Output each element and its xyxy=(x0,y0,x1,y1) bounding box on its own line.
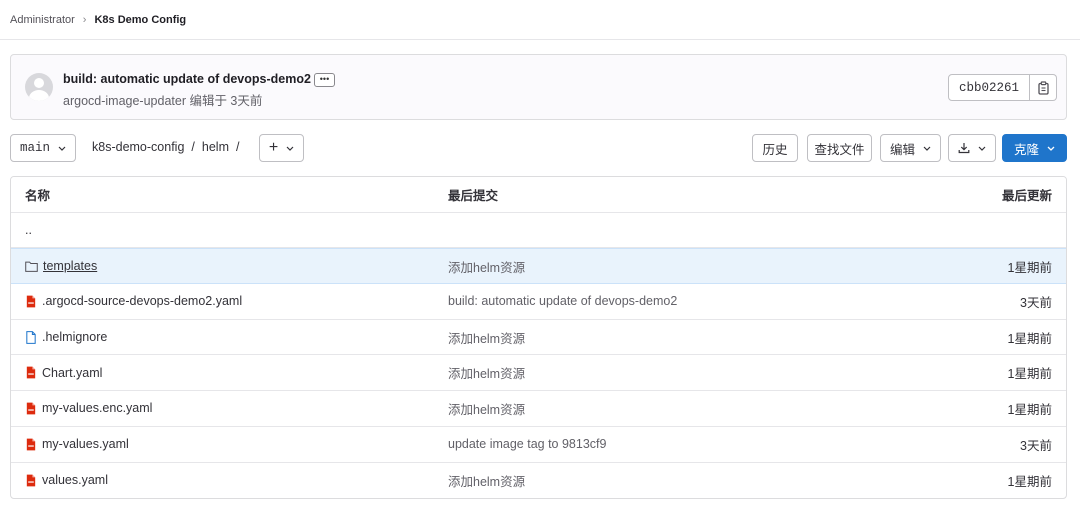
last-update-time: 3天前 xyxy=(1020,438,1052,453)
commit-meta: argocd-image-updater 编辑于 3天前 xyxy=(63,94,263,108)
history-button[interactable]: 历史 xyxy=(752,134,798,162)
yaml-file-icon xyxy=(26,366,36,379)
commit-message-link[interactable]: 添加helm资源 xyxy=(448,463,525,499)
last-update-time: 1星期前 xyxy=(1007,367,1052,382)
yaml-file-icon xyxy=(26,402,36,415)
chevron-down-icon xyxy=(286,146,294,151)
file-tree-table: 名称 最后提交 最后更新 .. templates 添加helm资源 1星期前 … xyxy=(10,176,1067,499)
breadcrumb-separator: › xyxy=(82,13,87,26)
file-name-link[interactable]: templates xyxy=(43,259,97,273)
copy-sha-button[interactable] xyxy=(1030,74,1058,101)
path-helm-link[interactable]: helm xyxy=(202,140,229,154)
chevron-down-icon xyxy=(1047,146,1055,151)
commit-sha-group: cbb02261 xyxy=(948,74,1058,101)
last-update-time: 3天前 xyxy=(1020,295,1052,310)
last-update-time: 1星期前 xyxy=(1007,260,1052,275)
folder-icon xyxy=(25,261,38,272)
edit-button[interactable]: 编辑 xyxy=(880,134,941,162)
last-commit-panel: build: automatic update of devops-demo2 … xyxy=(10,54,1067,120)
yaml-file-icon xyxy=(26,438,36,451)
repository-toolbar: main k8s-demo-config / helm / + 历史 查找文件 编辑 … xyxy=(10,134,1067,162)
expand-commit-button[interactable]: ••• xyxy=(314,73,335,87)
breadcrumb: Administrator › K8s Demo Config xyxy=(0,0,1080,40)
path-breadcrumb: k8s-demo-config / helm / xyxy=(92,140,246,154)
file-name-link[interactable]: my-values.yaml xyxy=(42,437,129,451)
commit-sha[interactable]: cbb02261 xyxy=(948,74,1031,101)
clone-button[interactable]: 克隆 xyxy=(1002,134,1067,162)
commit-message-link[interactable]: update image tag to 9813cf9 xyxy=(448,427,606,462)
header-last-commit: 最后提交 xyxy=(448,188,499,203)
plus-icon: + xyxy=(268,139,279,156)
path-separator: / xyxy=(235,140,240,154)
file-name-link[interactable]: .helmignore xyxy=(42,330,107,344)
commit-message-link[interactable]: 添加helm资源 xyxy=(448,391,525,426)
table-row[interactable]: Chart.yaml 添加helm资源 1星期前 xyxy=(11,355,1066,392)
last-update-time: 1星期前 xyxy=(1007,474,1052,489)
last-update-time: 1星期前 xyxy=(1007,402,1052,417)
file-name-link[interactable]: .argocd-source-devops-demo2.yaml xyxy=(42,294,242,308)
table-row[interactable]: .helmignore 添加helm资源 1星期前 xyxy=(11,320,1066,356)
copy-icon xyxy=(1037,80,1049,95)
commit-title-link[interactable]: build: automatic update of devops-demo2 xyxy=(63,72,311,86)
yaml-file-icon xyxy=(26,295,36,308)
file-icon xyxy=(26,330,36,344)
breadcrumb-current-link[interactable]: K8s Demo Config xyxy=(94,14,186,26)
parent-directory-link[interactable]: .. xyxy=(25,213,32,248)
parent-directory-row[interactable]: .. xyxy=(11,213,1066,249)
file-name-link[interactable]: values.yaml xyxy=(42,473,108,487)
header-last-update: 最后更新 xyxy=(1001,188,1052,203)
commit-message-link[interactable]: 添加helm资源 xyxy=(448,320,525,355)
breadcrumb-root-link[interactable]: Administrator xyxy=(10,14,75,26)
edit-label: 编辑 xyxy=(889,142,915,157)
table-row[interactable]: values.yaml 添加helm资源 1星期前 xyxy=(11,463,1066,499)
header-name: 名称 xyxy=(25,188,51,203)
table-row[interactable]: templates 添加helm资源 1星期前 xyxy=(11,248,1066,285)
clone-label: 克隆 xyxy=(1013,142,1039,157)
branch-selector[interactable]: main xyxy=(10,134,76,162)
commit-message-link[interactable]: build: automatic update of devops-demo2 xyxy=(448,284,677,319)
last-update-time: 1星期前 xyxy=(1007,331,1052,346)
chevron-down-icon xyxy=(978,146,986,151)
table-row[interactable]: .argocd-source-devops-demo2.yaml build: … xyxy=(11,284,1066,320)
file-name-link[interactable]: my-values.enc.yaml xyxy=(42,401,152,415)
branch-label: main xyxy=(19,141,50,155)
avatar[interactable] xyxy=(25,73,53,101)
commit-message-link[interactable]: 添加helm资源 xyxy=(448,355,525,390)
yaml-file-icon xyxy=(26,474,36,487)
chevron-down-icon xyxy=(923,146,931,151)
find-file-button[interactable]: 查找文件 xyxy=(807,134,872,162)
download-button[interactable] xyxy=(948,134,996,162)
path-separator: / xyxy=(191,140,195,154)
table-row[interactable]: my-values.enc.yaml 添加helm资源 1星期前 xyxy=(11,391,1066,427)
table-header: 名称 最后提交 最后更新 xyxy=(11,177,1066,213)
add-to-tree-button[interactable]: + xyxy=(259,134,304,162)
chevron-down-icon xyxy=(58,146,66,151)
path-root-link[interactable]: k8s-demo-config xyxy=(92,140,184,154)
table-row[interactable]: my-values.yaml update image tag to 9813c… xyxy=(11,427,1066,463)
file-name-link[interactable]: Chart.yaml xyxy=(42,366,102,380)
commit-message-link[interactable]: 添加helm资源 xyxy=(448,249,525,283)
download-icon xyxy=(958,143,970,154)
